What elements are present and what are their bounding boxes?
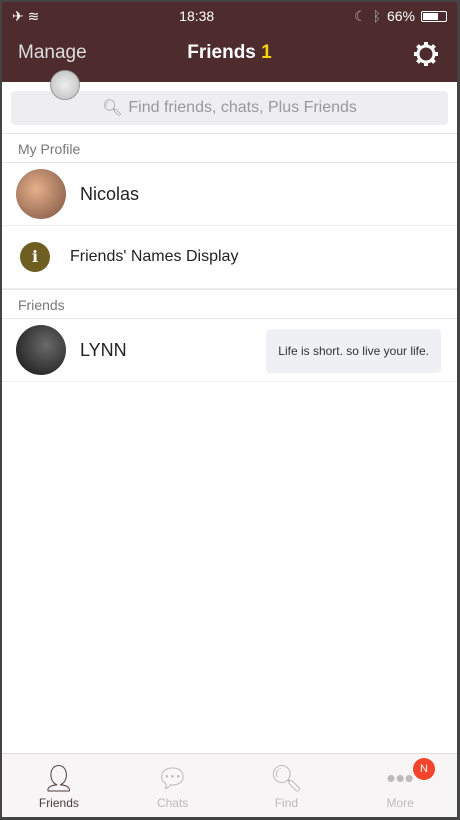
gear-icon[interactable] xyxy=(413,41,439,67)
info-icon: i xyxy=(20,242,50,272)
clock: 18:38 xyxy=(179,8,215,24)
chat-bubble-icon: 💬︎ xyxy=(156,762,190,793)
section-friends: Friends xyxy=(2,289,457,319)
phone-screen: ✈ ≋ 18:38 ☾ ᛒ 66% Manage Friends 1 🔍︎ Find … xyxy=(2,2,457,817)
person-icon: 👤︎ xyxy=(42,762,76,793)
profile-row[interactable]: Nicolas xyxy=(2,163,457,226)
search-input[interactable]: 🔍︎ Find friends, chats, Plus Friends xyxy=(11,91,448,125)
status-message: Life is short. so live your life. xyxy=(266,329,441,373)
avatar xyxy=(16,325,66,375)
page-title: Friends 1 xyxy=(187,42,272,63)
search-icon: 🔍︎ xyxy=(269,762,303,793)
friends-names-display-row[interactable]: i Friends' Names Display xyxy=(2,226,457,289)
tab-friends[interactable]: 👤︎ Friends xyxy=(2,754,116,817)
tab-find[interactable]: 🔍︎ Find xyxy=(230,754,344,817)
bluetooth-icon: ᛒ xyxy=(372,8,381,24)
new-badge: N xyxy=(413,758,435,780)
avatar xyxy=(16,169,66,219)
tab-bar: 👤︎ Friends 💬︎ Chats 🔍︎ Find ••• More N xyxy=(2,753,457,817)
battery-percent: 66% xyxy=(386,8,415,24)
status-bar: ✈ ≋ 18:38 ☾ ᛒ 66% xyxy=(2,2,457,30)
friend-count: 1 xyxy=(261,42,272,63)
more-dots-icon: ••• xyxy=(386,762,414,793)
tab-chats[interactable]: 💬︎ Chats xyxy=(116,754,230,817)
touch-indicator xyxy=(50,70,80,100)
tab-more[interactable]: ••• More N xyxy=(343,754,457,817)
friend-row[interactable]: LYNN Life is short. so live your life. xyxy=(2,319,457,382)
airplane-wifi-icons: ✈ ≋ xyxy=(12,7,40,24)
section-my-profile: My Profile xyxy=(2,133,457,163)
moon-icon: ☾ xyxy=(354,7,367,24)
battery-icon xyxy=(421,10,447,22)
search-icon: 🔍︎ xyxy=(102,100,123,117)
